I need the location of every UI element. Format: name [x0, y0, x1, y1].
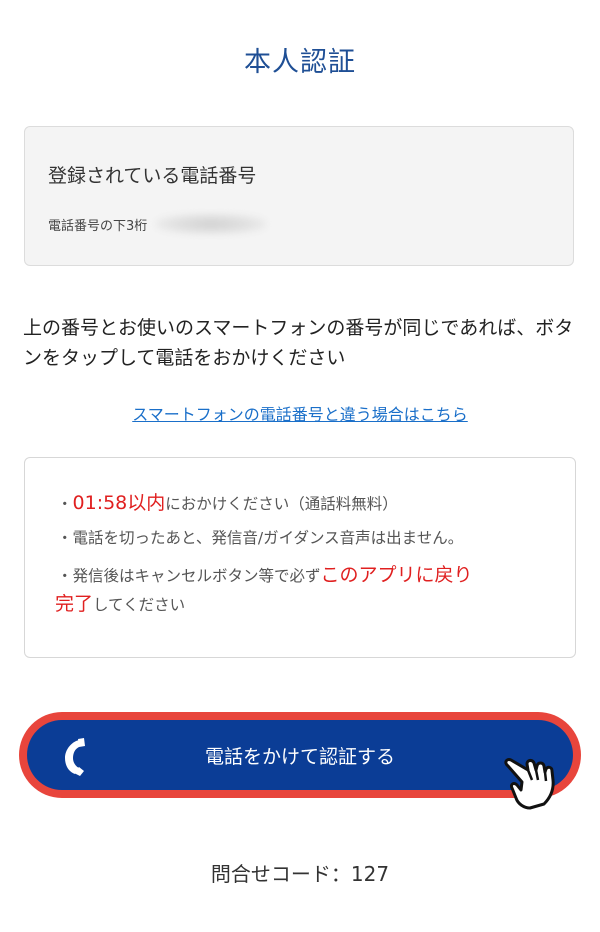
- call-to-verify-button[interactable]: 電話をかけて認証する: [27, 720, 573, 790]
- notice-time-rest: におかけください（通話料無料）: [165, 495, 398, 513]
- last-digits-label: 電話番号の下3桁: [48, 218, 148, 234]
- notice-complete-rest: してください: [93, 596, 186, 614]
- inquiry-code: 問合せコード：127: [210, 862, 390, 886]
- blurred-phone-number: [155, 213, 268, 235]
- last-digits-row: 電話番号の下3桁: [48, 213, 268, 235]
- notice-line-time-limit: ・01:58以内におかけください（通話料無料）: [57, 489, 398, 518]
- time-limit: 01:58以内: [72, 492, 166, 514]
- registered-phone-card: 登録されている電話番号 電話番号の下3桁: [24, 126, 574, 266]
- notice-complete-emphasis: 完了: [55, 593, 94, 615]
- page-title: 本人認証: [244, 47, 356, 78]
- notice-line-no-tone: ・電話を切ったあと、発信音/ガイダンス音声は出ません。: [57, 529, 464, 547]
- notice-return-emphasis: このアプリに戻り: [320, 564, 473, 586]
- notice-box: ・01:58以内におかけください（通話料無料） ・電話を切ったあと、発信音/ガイ…: [24, 457, 576, 658]
- instruction-text: 上の番号とお使いのスマートフォンの番号が同じであれば、ボタンをタップして電話をお…: [23, 317, 574, 369]
- registered-phone-title: 登録されている電話番号: [48, 165, 257, 187]
- notice-return-prefix: ・発信後はキャンセルボタン等で必ず: [57, 567, 321, 585]
- call-button-label: 電話をかけて認証する: [204, 745, 395, 768]
- notice-line-return: ・発信後はキャンセルボタン等で必ずこのアプリに戻り: [57, 561, 547, 590]
- pointing-hand-icon: [504, 758, 555, 810]
- different-number-link[interactable]: スマートフォンの電話番号と違う場合はこちら: [0, 401, 600, 425]
- notice-bullet: ・: [57, 495, 73, 513]
- notice-line-complete: 完了してください: [55, 590, 185, 619]
- phone-handset-icon: [65, 738, 85, 776]
